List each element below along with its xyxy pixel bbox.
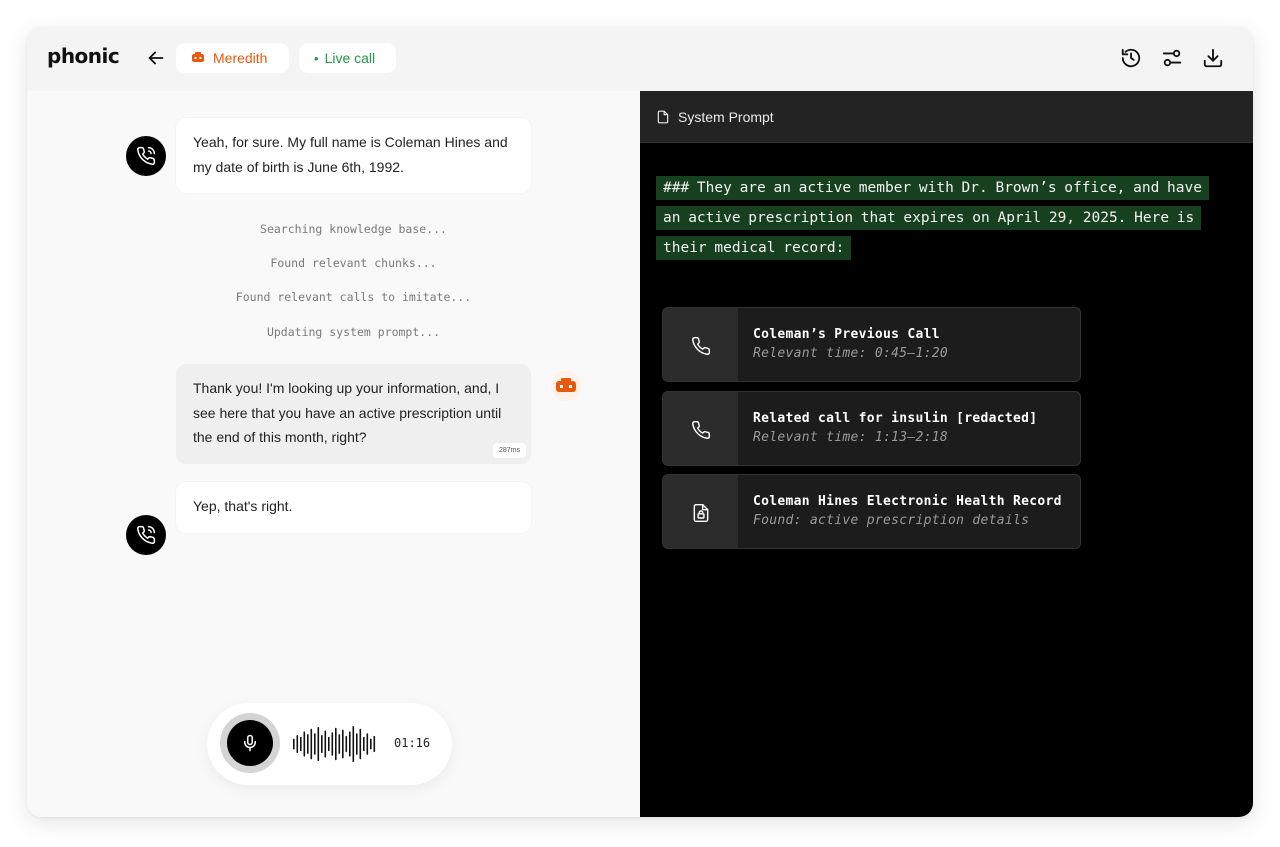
phone-icon: [691, 336, 710, 355]
top-bar: phonic Meredith • Live call: [27, 27, 1253, 91]
waveform-bar: [314, 733, 316, 755]
waveform-bar: [338, 734, 341, 754]
card-icon-box: [663, 308, 738, 381]
status-line: Updating system prompt...: [266, 325, 441, 339]
agent-name: Meredith: [213, 50, 268, 66]
caller-avatar: [126, 136, 166, 176]
microphone-icon: [244, 734, 256, 752]
system-prompt-pane: System Prompt ### They are an active mem…: [640, 91, 1253, 817]
card-title: Related call for insulin [redacted]: [753, 411, 1038, 426]
waveform-bar: [310, 728, 313, 760]
conversation-pane: Yeah, for sure. My full name is Coleman …: [27, 91, 640, 817]
waveform-bar: [296, 735, 299, 753]
user-message: Yep, that's right.: [176, 482, 531, 533]
waveform-bar: [342, 729, 344, 759]
agent-robot-icon: [551, 371, 581, 401]
waveform-bar: [352, 726, 355, 762]
phone-icon: [691, 420, 710, 439]
history-icon[interactable]: [1120, 47, 1142, 69]
system-prompt-text: ### They are an active member with Dr. B…: [656, 173, 1216, 263]
waveform-bar: [307, 734, 309, 754]
user-message: Yeah, for sure. My full name is Coleman …: [176, 118, 531, 193]
waveform-bar: [293, 738, 295, 750]
context-card[interactable]: Related call for insulin [redacted] Rele…: [662, 391, 1081, 466]
card-title: Coleman’s Previous Call: [753, 327, 940, 342]
card-subtitle: Found: active prescription details: [753, 513, 1030, 528]
voice-controls: 01:16: [207, 703, 452, 785]
waveform-bar: [373, 735, 376, 753]
waveform-bar: [328, 736, 330, 752]
agent-badge[interactable]: Meredith: [176, 43, 289, 73]
call-timer: 01:16: [394, 736, 431, 750]
waveform-bar: [335, 727, 337, 761]
settings-sliders-icon[interactable]: [1161, 47, 1183, 69]
logo: phonic: [47, 44, 120, 68]
waveform-bar: [356, 733, 358, 755]
caller-avatar: [126, 515, 166, 555]
status-line: Found relevant calls to imitate...: [235, 290, 472, 304]
agent-message: Thank you! I'm looking up your informati…: [176, 364, 531, 464]
phone-incoming-icon: [137, 146, 156, 165]
live-dot-icon: •: [314, 50, 319, 66]
app-window: phonic Meredith • Live call Yeah, for su…: [27, 27, 1253, 817]
mic-button-inner: [227, 720, 273, 766]
mic-button[interactable]: [220, 713, 280, 773]
robot-icon: [192, 52, 204, 62]
waveform-bar: [324, 730, 327, 758]
download-icon[interactable]: [1202, 47, 1224, 69]
live-call-badge: • Live call: [299, 43, 396, 73]
context-card[interactable]: Coleman Hines Electronic Health Record F…: [662, 474, 1081, 549]
back-arrow-icon[interactable]: [145, 47, 167, 69]
card-title: Coleman Hines Electronic Health Record: [753, 494, 1062, 509]
waveform-bar: [366, 733, 369, 755]
waveform-bar: [321, 735, 323, 753]
card-subtitle: Relevant time: 1:13–2:18: [753, 430, 949, 445]
audio-waveform: [293, 726, 376, 762]
agent-message-text: Thank you! I'm looking up your informati…: [193, 380, 502, 445]
waveform-bar: [359, 728, 362, 760]
card-icon-box: [663, 392, 738, 465]
card-icon-box: [663, 475, 738, 548]
waveform-bar: [300, 736, 302, 752]
document-icon: [657, 110, 669, 123]
phone-incoming-icon: [137, 525, 156, 544]
waveform-bar: [363, 736, 365, 752]
locked-document-icon: [693, 503, 708, 522]
system-prompt-header: System Prompt: [640, 91, 1253, 143]
card-subtitle: Relevant time: 0:45–1:20: [753, 346, 949, 361]
waveform-bar: [345, 735, 348, 753]
waveform-bar: [331, 732, 334, 756]
waveform-bar: [370, 738, 372, 750]
waveform-bar: [303, 731, 306, 757]
system-prompt-title: System Prompt: [678, 108, 774, 125]
live-call-label: Live call: [324, 50, 376, 66]
status-line: Found relevant chunks...: [270, 256, 437, 270]
status-line: Searching knowledge base...: [260, 222, 447, 236]
latency-badge: 287ms: [492, 443, 526, 458]
waveform-bar: [317, 726, 320, 762]
highlighted-prompt: ### They are an active member with Dr. B…: [656, 176, 1209, 260]
waveform-bar: [349, 731, 351, 757]
context-card[interactable]: Coleman’s Previous Call Relevant time: 0…: [662, 307, 1081, 382]
